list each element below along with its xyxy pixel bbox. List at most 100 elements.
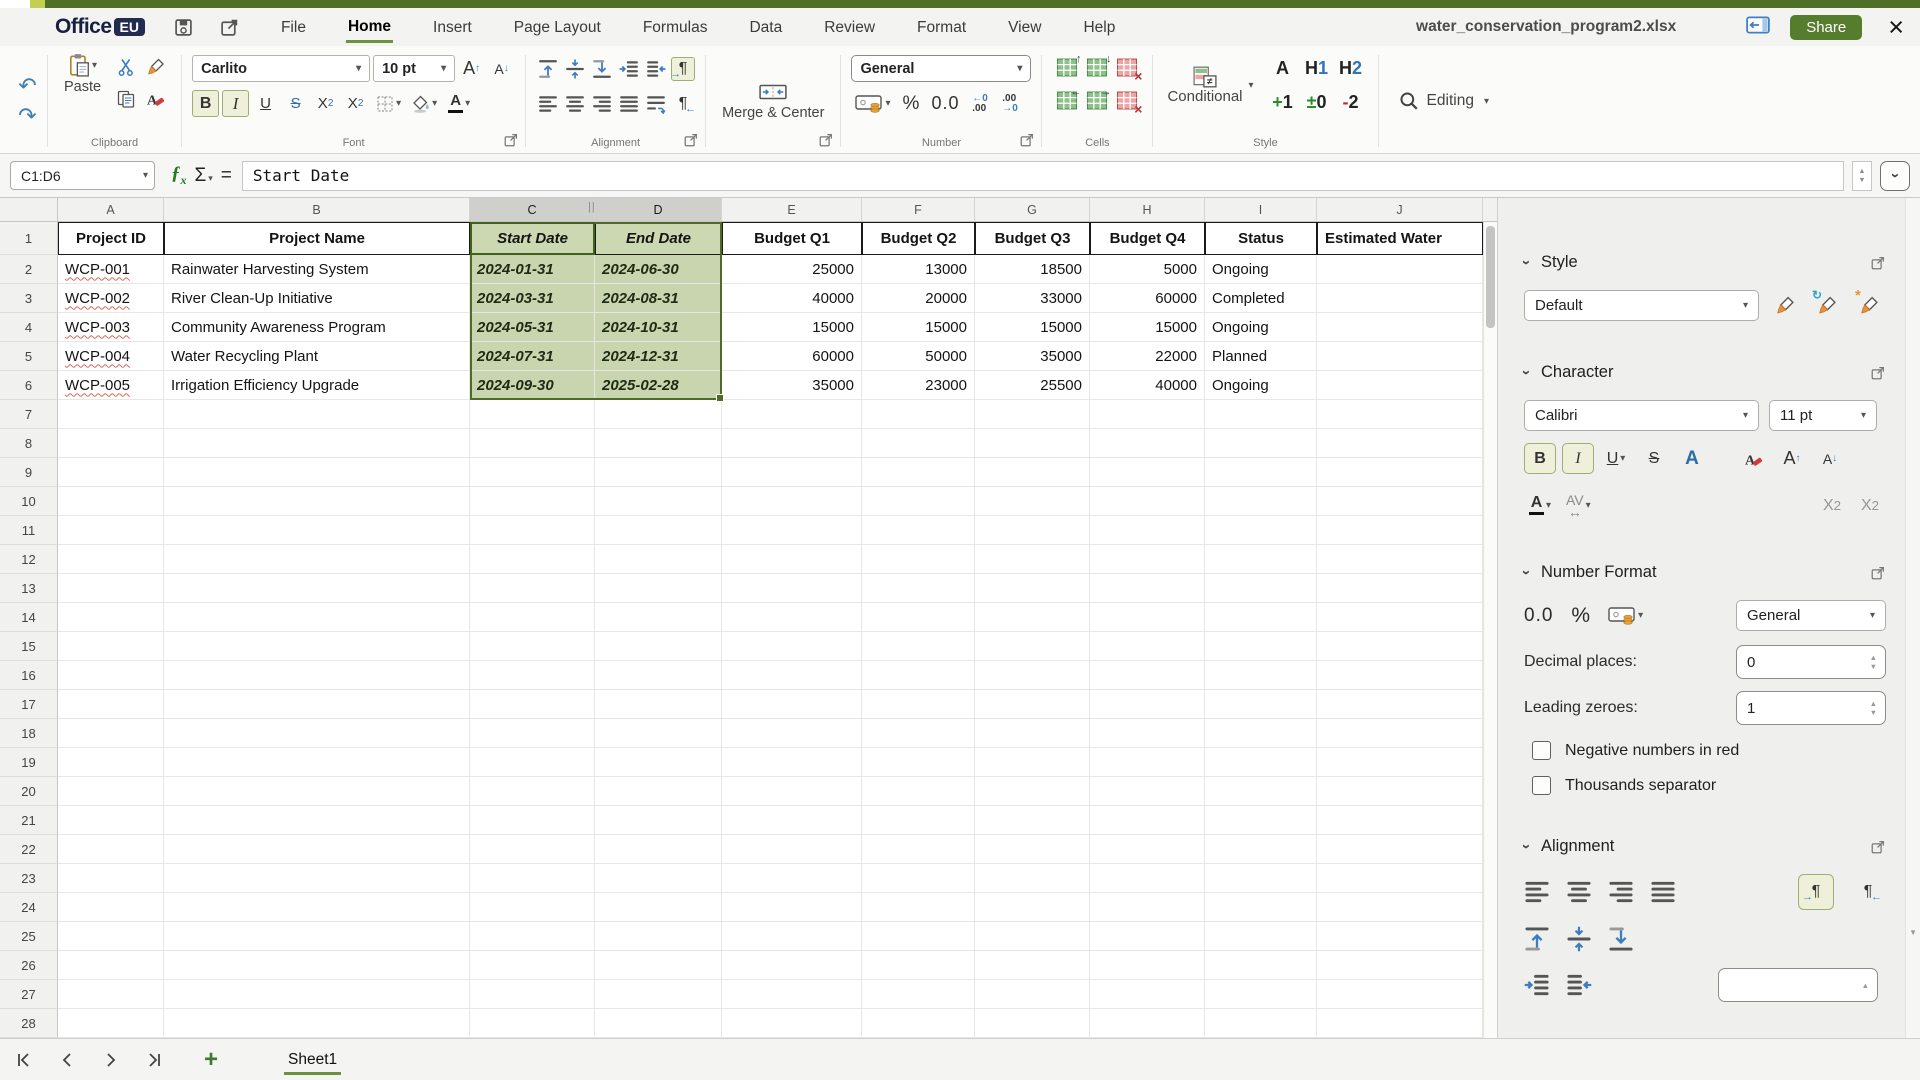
column-header-C[interactable]: C bbox=[470, 198, 595, 221]
cell[interactable] bbox=[595, 574, 722, 603]
increase-indent-button[interactable] bbox=[617, 57, 641, 81]
cell[interactable] bbox=[164, 632, 470, 661]
cell[interactable] bbox=[595, 1009, 722, 1038]
cell[interactable] bbox=[1090, 864, 1205, 893]
header-cell[interactable]: Budget Q3 bbox=[975, 222, 1090, 255]
cell[interactable] bbox=[58, 806, 164, 835]
cell[interactable] bbox=[862, 574, 975, 603]
cell[interactable] bbox=[1205, 719, 1317, 748]
sidebar-decimal-format-button[interactable]: 0.0 bbox=[1524, 605, 1553, 627]
row-header-19[interactable]: 19 bbox=[0, 748, 58, 777]
paste-dropdown-icon[interactable]: ▾ bbox=[92, 60, 97, 71]
increase-indent-icon[interactable] bbox=[1524, 972, 1550, 998]
center-vertically-button[interactable] bbox=[563, 57, 587, 81]
cell[interactable] bbox=[1317, 806, 1483, 835]
row-header-26[interactable]: 26 bbox=[0, 951, 58, 980]
cell[interactable] bbox=[58, 400, 164, 429]
sidebar-superscript-button[interactable]: X2 bbox=[1816, 490, 1848, 521]
column-header-E[interactable]: E bbox=[722, 198, 862, 221]
cell[interactable] bbox=[58, 893, 164, 922]
cell[interactable] bbox=[1090, 893, 1205, 922]
cell[interactable] bbox=[722, 980, 862, 1009]
column-header-I[interactable]: I bbox=[1205, 198, 1317, 221]
cell[interactable] bbox=[1205, 574, 1317, 603]
number-dialog-launcher-icon[interactable] bbox=[1019, 132, 1035, 148]
cell[interactable] bbox=[595, 864, 722, 893]
cell[interactable]: 2024-10-31 bbox=[595, 313, 722, 342]
cell[interactable] bbox=[595, 748, 722, 777]
cell[interactable]: 23000 bbox=[862, 371, 975, 400]
cell[interactable] bbox=[1317, 313, 1483, 342]
justify-button[interactable] bbox=[617, 92, 641, 116]
cell[interactable] bbox=[975, 864, 1090, 893]
sidebar-italic-button[interactable]: I bbox=[1562, 443, 1594, 474]
negative-red-checkbox[interactable] bbox=[1532, 741, 1551, 760]
cell[interactable] bbox=[58, 487, 164, 516]
cell[interactable]: River Clean-Up Initiative bbox=[164, 284, 470, 313]
cell[interactable] bbox=[722, 400, 862, 429]
cell[interactable] bbox=[470, 429, 595, 458]
column-header-F[interactable]: F bbox=[862, 198, 975, 221]
cell[interactable] bbox=[1205, 458, 1317, 487]
cell[interactable] bbox=[58, 690, 164, 719]
cell[interactable] bbox=[862, 429, 975, 458]
row-header-27[interactable]: 27 bbox=[0, 980, 58, 1009]
sidebar-bold-button[interactable]: B bbox=[1524, 443, 1556, 474]
currency-format-button[interactable]: ▾ bbox=[851, 90, 894, 117]
cell[interactable] bbox=[1090, 632, 1205, 661]
insert-column-right-button[interactable]: → bbox=[1082, 87, 1112, 114]
vertical-scrollbar-thumb[interactable] bbox=[1486, 226, 1495, 328]
row-header-6[interactable]: 6 bbox=[0, 371, 58, 400]
cell[interactable] bbox=[1090, 487, 1205, 516]
cell[interactable] bbox=[722, 748, 862, 777]
number-dialog-launcher-icon[interactable] bbox=[1870, 565, 1886, 581]
align-left-button[interactable] bbox=[536, 92, 560, 116]
font-dialog-launcher-icon[interactable] bbox=[503, 132, 519, 148]
insert-column-left-button[interactable]: ← bbox=[1052, 87, 1082, 114]
cell[interactable] bbox=[1090, 516, 1205, 545]
cell[interactable] bbox=[1317, 864, 1483, 893]
cell[interactable] bbox=[1205, 893, 1317, 922]
decimal-places-input[interactable]: 0 ▲▼ bbox=[1736, 645, 1886, 679]
sidebar-scrollbar[interactable]: ▼ bbox=[1905, 198, 1920, 1038]
cell[interactable] bbox=[470, 516, 595, 545]
cell[interactable] bbox=[58, 835, 164, 864]
cell[interactable]: 5000 bbox=[1090, 255, 1205, 284]
cut-button[interactable] bbox=[113, 54, 140, 81]
cell[interactable]: 2024-06-30 bbox=[595, 255, 722, 284]
style-preset-neutral[interactable]: ±0 bbox=[1307, 92, 1327, 113]
column-header-A[interactable]: A bbox=[58, 198, 164, 221]
cell[interactable] bbox=[1205, 951, 1317, 980]
cell[interactable]: 2025-02-28 bbox=[595, 371, 722, 400]
cell[interactable] bbox=[975, 835, 1090, 864]
row-header-24[interactable]: 24 bbox=[0, 893, 58, 922]
cell[interactable] bbox=[862, 603, 975, 632]
cell[interactable] bbox=[1090, 806, 1205, 835]
cell[interactable] bbox=[1317, 371, 1483, 400]
cell[interactable] bbox=[975, 806, 1090, 835]
sidebar-font-size-select[interactable]: 11 pt ▾ bbox=[1769, 400, 1877, 431]
row-header-28[interactable]: 28 bbox=[0, 1009, 58, 1038]
decimal-format-button[interactable]: 0.0 bbox=[927, 90, 963, 117]
sidebar-text-direction-ltr-button[interactable]: ¶→ bbox=[1798, 874, 1834, 910]
cell[interactable] bbox=[722, 951, 862, 980]
cell[interactable] bbox=[1090, 429, 1205, 458]
expand-formula-bar-button[interactable]: › bbox=[1880, 161, 1910, 191]
cell[interactable] bbox=[1205, 603, 1317, 632]
justify-icon[interactable] bbox=[1650, 879, 1676, 905]
cell[interactable] bbox=[975, 429, 1090, 458]
thousands-separator-checkbox[interactable] bbox=[1532, 776, 1551, 795]
cell[interactable]: 2024-05-31 bbox=[470, 313, 595, 342]
cell[interactable] bbox=[58, 748, 164, 777]
align-right-icon[interactable] bbox=[1608, 879, 1634, 905]
cell[interactable] bbox=[1317, 574, 1483, 603]
cell[interactable] bbox=[1205, 400, 1317, 429]
cell[interactable] bbox=[58, 864, 164, 893]
update-style-button[interactable]: ↻ bbox=[1811, 290, 1843, 321]
cell[interactable] bbox=[164, 835, 470, 864]
row-header-23[interactable]: 23 bbox=[0, 864, 58, 893]
character-spacing-button[interactable]: AV↔▾ bbox=[1562, 490, 1595, 521]
cell[interactable] bbox=[1317, 661, 1483, 690]
cell[interactable]: 13000 bbox=[862, 255, 975, 284]
cell[interactable] bbox=[595, 719, 722, 748]
